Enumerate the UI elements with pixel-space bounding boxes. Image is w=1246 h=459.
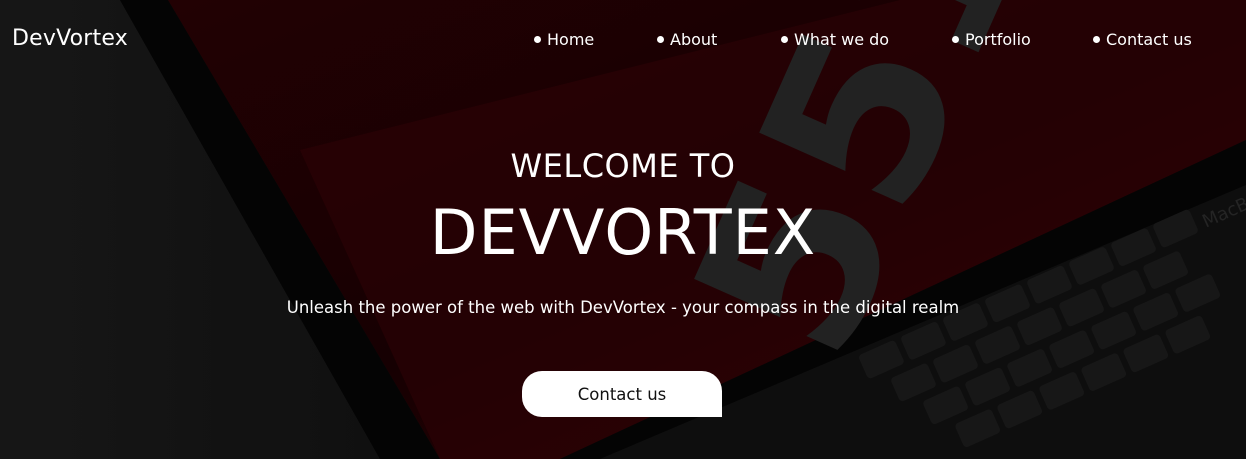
bullet-icon	[657, 35, 664, 43]
bullet-icon	[1093, 35, 1100, 43]
hero-title: DEVVORTEX	[429, 196, 817, 269]
hero-section: 551 MacB DevVortex Home About What we do…	[0, 0, 1246, 459]
nav-item-about[interactable]: About	[657, 29, 717, 49]
bullet-icon	[534, 35, 541, 43]
nav-item-home[interactable]: Home	[534, 29, 594, 49]
contact-us-button[interactable]: Contact us	[522, 371, 722, 417]
nav-item-label: What we do	[794, 29, 890, 49]
nav-item-portfolio[interactable]: Portfolio	[952, 29, 1031, 49]
nav-item-label: Contact us	[1106, 29, 1192, 49]
nav-item-label: About	[670, 29, 718, 49]
nav-item-label: Home	[547, 29, 595, 49]
nav-item-what-we-do[interactable]: What we do	[781, 29, 889, 49]
main-navbar: DevVortex Home About What we do Portfoli…	[0, 0, 1246, 78]
bullet-icon	[781, 35, 788, 43]
brand-logo[interactable]: DevVortex	[12, 26, 128, 51]
nav-item-label: Portfolio	[965, 29, 1031, 49]
nav-item-contact-us[interactable]: Contact us	[1093, 29, 1192, 49]
bullet-icon	[952, 35, 959, 43]
hero-tagline: Unleash the power of the web with DevVor…	[286, 298, 960, 317]
hero-welcome-heading: WELCOME TO	[510, 147, 736, 185]
